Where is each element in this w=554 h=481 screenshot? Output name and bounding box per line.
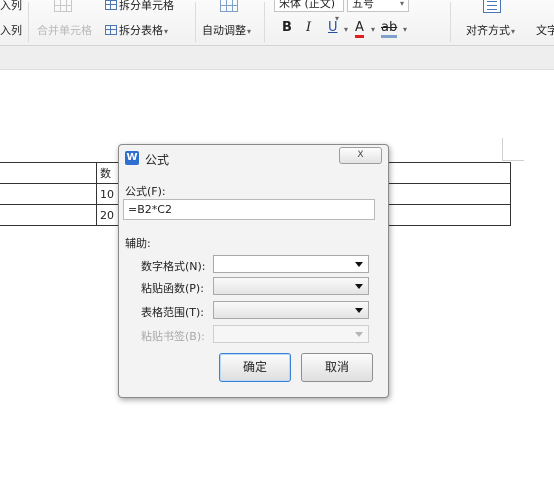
highlight-button[interactable]: ab (381, 20, 398, 38)
formula-dialog: W 公式 X 公式(F): =B2*C2 辅助: 数字格式(N): 粘贴函数(P… (118, 144, 389, 398)
chevron-down-icon (355, 308, 363, 313)
number-format-label: 数字格式(N): (141, 260, 206, 273)
paste-function-select[interactable] (213, 277, 369, 295)
autofit-icon (220, 0, 238, 12)
table-range-label: 表格范围(T): (141, 306, 205, 319)
paste-bookmark-select (213, 325, 369, 343)
insert-column-right-button[interactable]: 入列 (0, 22, 22, 38)
chevron-down-icon (355, 262, 363, 267)
bold-button[interactable]: B (282, 20, 292, 35)
separator (28, 2, 29, 42)
margin-marker (502, 138, 503, 160)
close-icon: X (357, 150, 364, 160)
cancel-button[interactable]: 取消 (301, 353, 373, 382)
paste-bookmark-label: 粘贴书签(B): (141, 330, 205, 343)
formula-input[interactable]: =B2*C2 (123, 199, 375, 220)
split-table-button[interactable]: 拆分表格▾ (105, 22, 168, 38)
close-button[interactable]: X (339, 147, 382, 164)
autofit-button[interactable]: 自动调整▾ (202, 22, 251, 38)
italic-button[interactable]: I (306, 20, 311, 35)
insert-column-button[interactable]: 入列 (0, 0, 22, 13)
chevron-down-icon (355, 284, 363, 289)
split-table-icon (105, 25, 117, 35)
merge-cells-button[interactable]: 合并单元格 (37, 22, 92, 38)
underline-button[interactable]: U (328, 20, 338, 35)
text-direction-button[interactable]: 文字 (536, 22, 554, 38)
number-format-select[interactable] (213, 255, 369, 273)
table-cell[interactable] (0, 162, 97, 184)
separator (264, 2, 265, 42)
dialog-title: 公式 (145, 153, 170, 167)
table-cell[interactable] (0, 183, 97, 205)
separator (195, 2, 196, 42)
ribbon-toolbar: 入列 入列 合并单元格 拆分单元格 拆分表格▾ 自动调整▾ 宋体 (正文) ▾ 五… (0, 0, 554, 46)
font-size-select[interactable]: 五号 ▾ (347, 0, 409, 12)
align-button[interactable]: 对齐方式▾ (466, 22, 515, 38)
wps-writer-icon: W (125, 151, 139, 165)
split-cells-icon (105, 0, 117, 10)
merge-cells-icon (54, 0, 72, 12)
table-range-select[interactable] (213, 301, 369, 319)
font-color-button[interactable]: A (355, 20, 364, 38)
formula-label: 公式(F): (125, 185, 166, 198)
table-cell[interactable] (0, 204, 97, 226)
ruler-area (0, 46, 554, 70)
font-name-select[interactable]: 宋体 (正文) ▾ (274, 0, 344, 23)
margin-marker (502, 160, 524, 161)
assist-label: 辅助: (125, 237, 151, 250)
paste-function-label: 粘贴函数(P): (141, 282, 204, 295)
separator (450, 2, 451, 42)
chevron-down-icon (355, 332, 363, 337)
font-color-dropdown[interactable]: ▾ (371, 25, 375, 34)
dialog-titlebar[interactable]: W 公式 X (119, 145, 388, 171)
split-cells-button[interactable]: 拆分单元格 (105, 0, 174, 13)
align-icon (483, 0, 501, 13)
ok-button[interactable]: 确定 (219, 353, 291, 382)
underline-dropdown[interactable]: ▾ (344, 25, 348, 34)
highlight-dropdown[interactable]: ▾ (403, 25, 407, 34)
